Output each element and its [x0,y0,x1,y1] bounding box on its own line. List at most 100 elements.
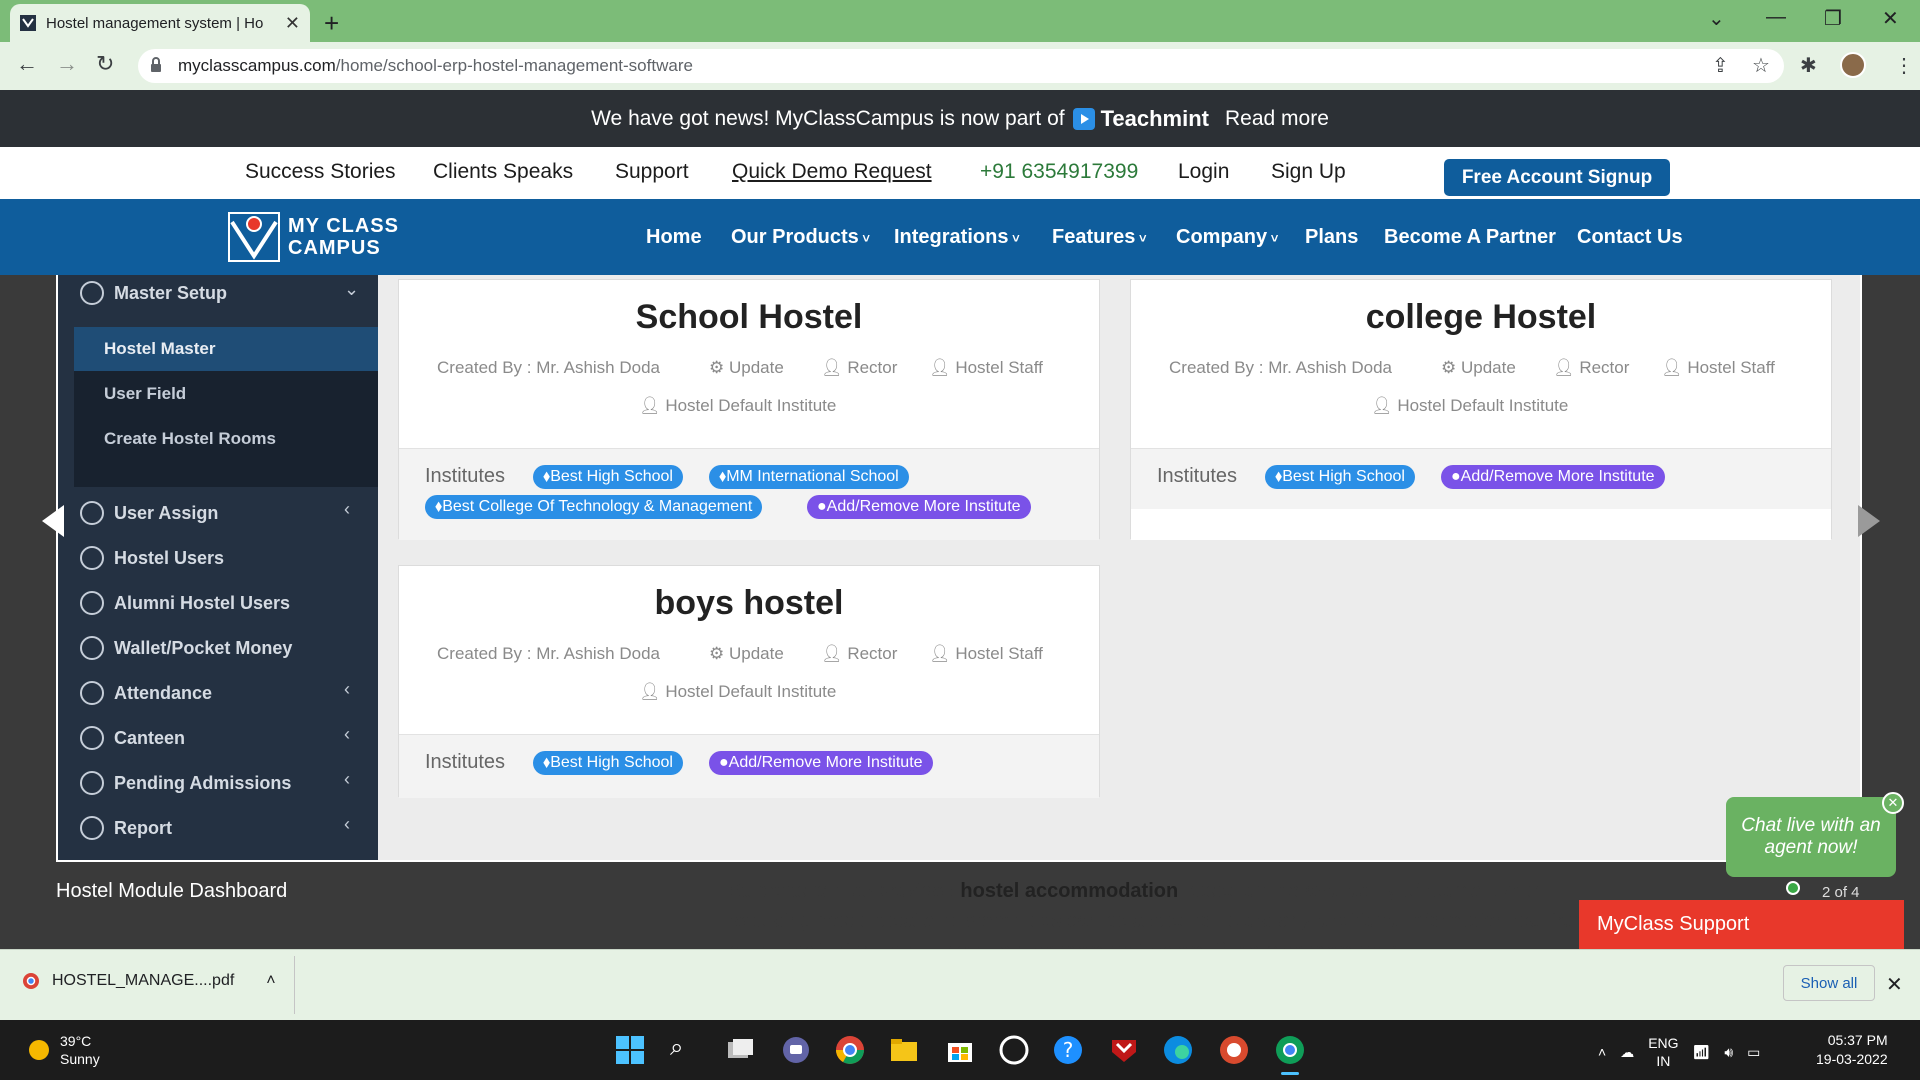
lock-icon[interactable] [150,57,162,73]
help-icon[interactable]: ? [1052,1034,1084,1066]
chat-bubble[interactable]: Chat live with an agent now! [1726,797,1896,877]
close-tab-icon[interactable]: ✕ [285,13,300,34]
institute-tag[interactable]: ⬧ Best High School [1265,465,1415,489]
nav-our-products[interactable]: Our Products ˅ [731,226,870,249]
tab-search-icon[interactable]: ⌄ [1708,6,1725,31]
submenu-item-user-field[interactable]: User Field [104,384,186,404]
phone-link[interactable]: +91 6354917399 [980,160,1138,184]
support-chat-button[interactable]: MyClass Support [1579,900,1904,949]
institute-tag[interactable]: ⬧ Best High School [533,465,683,489]
hostel-staff-link[interactable]: 👤︎ Hostel Staff [929,644,1043,664]
maximize-icon[interactable]: ❐ [1824,6,1842,31]
chrome-icon[interactable] [834,1034,866,1066]
chevron-up-icon[interactable]: ˄ [1598,1044,1606,1060]
myclasscampus-logo[interactable]: MY CLASS CAMPUS [228,212,399,262]
quick-demo-link[interactable]: Quick Demo Request [732,160,932,184]
app-icon[interactable] [998,1034,1030,1066]
update-link[interactable]: ⚙ Update [709,644,784,664]
teachmint-brand[interactable]: Teachmint [1072,106,1209,132]
volume-icon[interactable]: 🔊︎ [1724,1044,1733,1061]
edge-icon[interactable] [1162,1034,1194,1066]
nav-become-partner[interactable]: Become A Partner [1384,226,1556,249]
rector-link[interactable]: 👤︎ Rector [1553,358,1629,378]
submenu-item-create-hostel-rooms[interactable]: Create Hostel Rooms [104,429,276,449]
nav-plans[interactable]: Plans [1305,226,1358,249]
show-all-button[interactable]: Show all [1783,965,1875,1001]
mcafee-icon[interactable] [1108,1034,1140,1066]
store-icon[interactable] [944,1034,976,1066]
institute-tag[interactable]: ⬧ Best College Of Technology & Managemen… [425,495,763,519]
sidebar-item-hostel-users[interactable]: Hostel Users [80,546,224,570]
success-stories-link[interactable]: Success Stories [245,160,396,184]
institute-tag[interactable]: ⬧ Best High School [533,751,683,775]
teams-chat-icon[interactable] [780,1034,812,1066]
minimize-icon[interactable]: — [1766,6,1786,29]
sidebar-item-wallet[interactable]: Wallet/Pocket Money [80,636,292,660]
menu-kebab-icon[interactable]: ⋮ [1894,53,1914,78]
sidebar-item-attendance[interactable]: Attendance [80,681,212,705]
clients-speaks-link[interactable]: Clients Speaks [433,160,573,184]
system-clock[interactable]: 05:37 PM 19-03-2022 [1816,1031,1888,1069]
onedrive-icon[interactable]: ☁ [1620,1044,1634,1061]
slider-next-arrow-icon[interactable] [1858,505,1880,537]
nav-integrations[interactable]: Integrations ˅ [894,226,1020,249]
default-institute-link[interactable]: 👤︎ Hostel Default Institute [639,682,836,702]
read-more-link[interactable]: Read more [1225,107,1329,131]
sidebar-item-canteen[interactable]: Canteen [80,726,185,750]
slider-prev-arrow-icon[interactable] [42,505,64,537]
support-link[interactable]: Support [615,160,689,184]
nav-home[interactable]: Home [646,226,702,249]
update-link[interactable]: ⚙ Update [709,358,784,378]
add-remove-institute-button[interactable]: ● Add/Remove More Institute [1441,465,1665,489]
add-remove-institute-button[interactable]: ● Add/Remove More Institute [709,751,933,775]
hostel-staff-label: Hostel Staff [1687,358,1775,377]
default-institute-link[interactable]: 👤︎ Hostel Default Institute [639,396,836,416]
windows-start-icon[interactable] [614,1034,646,1066]
rector-link[interactable]: 👤︎ Rector [821,358,897,378]
search-icon[interactable]: ⌕ [670,1034,702,1066]
dashboard-icon [80,501,104,525]
media-app-icon[interactable] [1218,1034,1250,1066]
wifi-icon[interactable]: 📶︎ [1693,1044,1711,1061]
free-account-signup-button[interactable]: Free Account Signup [1444,159,1670,196]
address-bar[interactable]: myclasscampus.com/home/school-erp-hostel… [138,49,1784,83]
browser-tab[interactable]: Hostel management system | Ho ✕ [10,4,310,42]
default-institute-link[interactable]: 👤︎ Hostel Default Institute [1371,396,1568,416]
file-explorer-icon[interactable] [888,1034,920,1066]
sidebar-item-user-assign[interactable]: User Assign [80,501,218,525]
institute-tag[interactable]: ⬧ MM International School [709,465,909,489]
close-icon[interactable]: ✕ [1882,792,1904,814]
forward-icon[interactable]: → [56,51,78,77]
download-item[interactable]: HOSTEL_MANAGE....pdf ˄ [22,972,276,990]
nav-company[interactable]: Company ˅ [1176,226,1278,249]
rector-link[interactable]: 👤︎ Rector [821,644,897,664]
add-remove-institute-button[interactable]: ● Add/Remove More Institute [807,495,1031,519]
signup-link[interactable]: Sign Up [1271,160,1346,184]
bookmark-star-icon[interactable]: ☆ [1752,53,1770,78]
profile-avatar[interactable] [1840,52,1866,78]
task-view-icon[interactable] [724,1034,756,1066]
login-link[interactable]: Login [1178,160,1229,184]
reload-icon[interactable]: ↻ [96,51,114,77]
weather-widget[interactable]: 39°C Sunny [28,1032,100,1068]
hostel-staff-link[interactable]: 👤︎ Hostel Staff [929,358,1043,378]
battery-icon[interactable]: ▭ [1747,1044,1760,1061]
extensions-icon[interactable]: ✱ [1800,53,1817,78]
new-tab-icon[interactable]: + [324,8,339,39]
sidebar-item-alumni-hostel-users[interactable]: Alumni Hostel Users [80,591,290,615]
sidebar-item-report[interactable]: Report [80,816,172,840]
sidebar-item-master-setup[interactable]: Master Setup [80,281,227,305]
nav-contact-us[interactable]: Contact Us [1577,226,1683,249]
chrome-profile-icon[interactable] [1274,1034,1306,1066]
chevron-up-icon[interactable]: ˄ [266,972,275,990]
close-window-icon[interactable]: ✕ [1882,6,1899,31]
sidebar-item-pending-admissions[interactable]: Pending Admissions [80,771,291,795]
language-indicator[interactable]: ENG IN [1648,1034,1678,1070]
share-icon[interactable]: ⇪ [1712,53,1729,78]
nav-features[interactable]: Features ˅ [1052,226,1147,249]
back-icon[interactable]: ← [16,51,38,77]
update-link[interactable]: ⚙ Update [1441,358,1516,378]
close-icon[interactable]: ✕ [1886,972,1903,997]
hostel-staff-link[interactable]: 👤︎ Hostel Staff [1661,358,1775,378]
submenu-item-hostel-master[interactable]: Hostel Master [104,339,215,359]
